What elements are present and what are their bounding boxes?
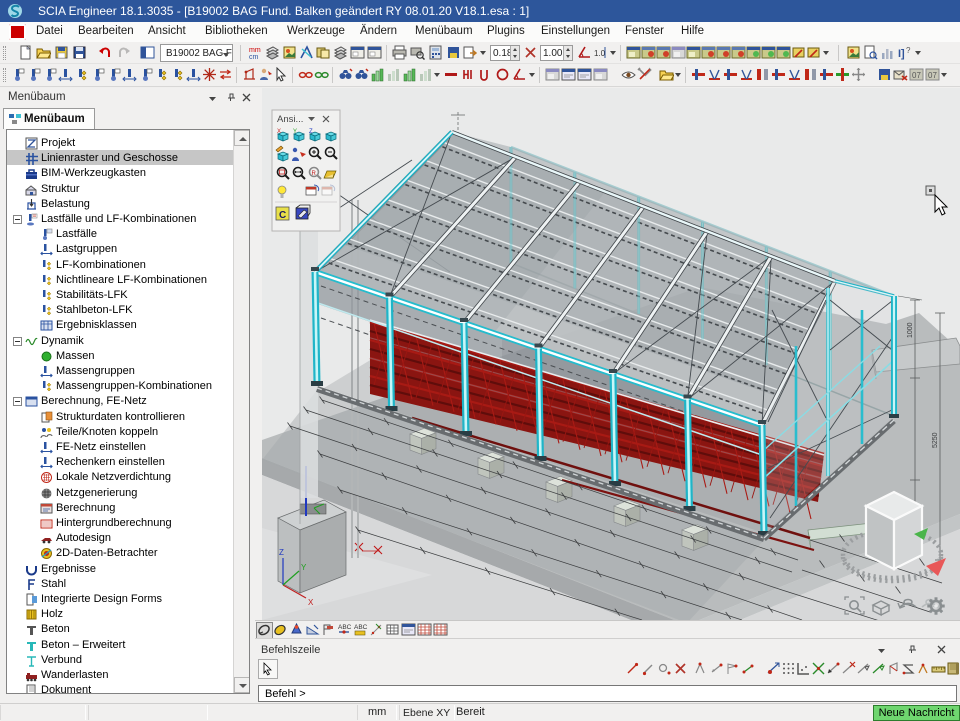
svg-text:1000: 1000 xyxy=(907,322,914,338)
svg-text:C: C xyxy=(279,210,286,221)
svg-text:1.0: 1.0 xyxy=(594,49,606,58)
svg-text:Z: Z xyxy=(309,129,313,135)
svg-text:Ansi...: Ansi... xyxy=(277,114,303,125)
svg-text:I]: I] xyxy=(898,48,905,60)
svg-text:?: ? xyxy=(906,46,911,55)
svg-text:R: R xyxy=(312,171,317,177)
svg-text:Y: Y xyxy=(293,129,297,135)
svg-text:mm: mm xyxy=(249,47,261,54)
svg-text:5250: 5250 xyxy=(932,432,939,448)
svg-text:ABC: ABC xyxy=(354,624,368,631)
svg-text:Z: Z xyxy=(279,548,284,557)
svg-text:X: X xyxy=(277,129,281,135)
svg-text:ABC: ABC xyxy=(338,624,352,631)
svg-text:X: X xyxy=(308,598,314,607)
svg-text:07: 07 xyxy=(928,71,937,80)
svg-text:Y: Y xyxy=(301,563,307,572)
svg-text:cm: cm xyxy=(249,54,259,60)
svg-text:07: 07 xyxy=(912,71,921,80)
